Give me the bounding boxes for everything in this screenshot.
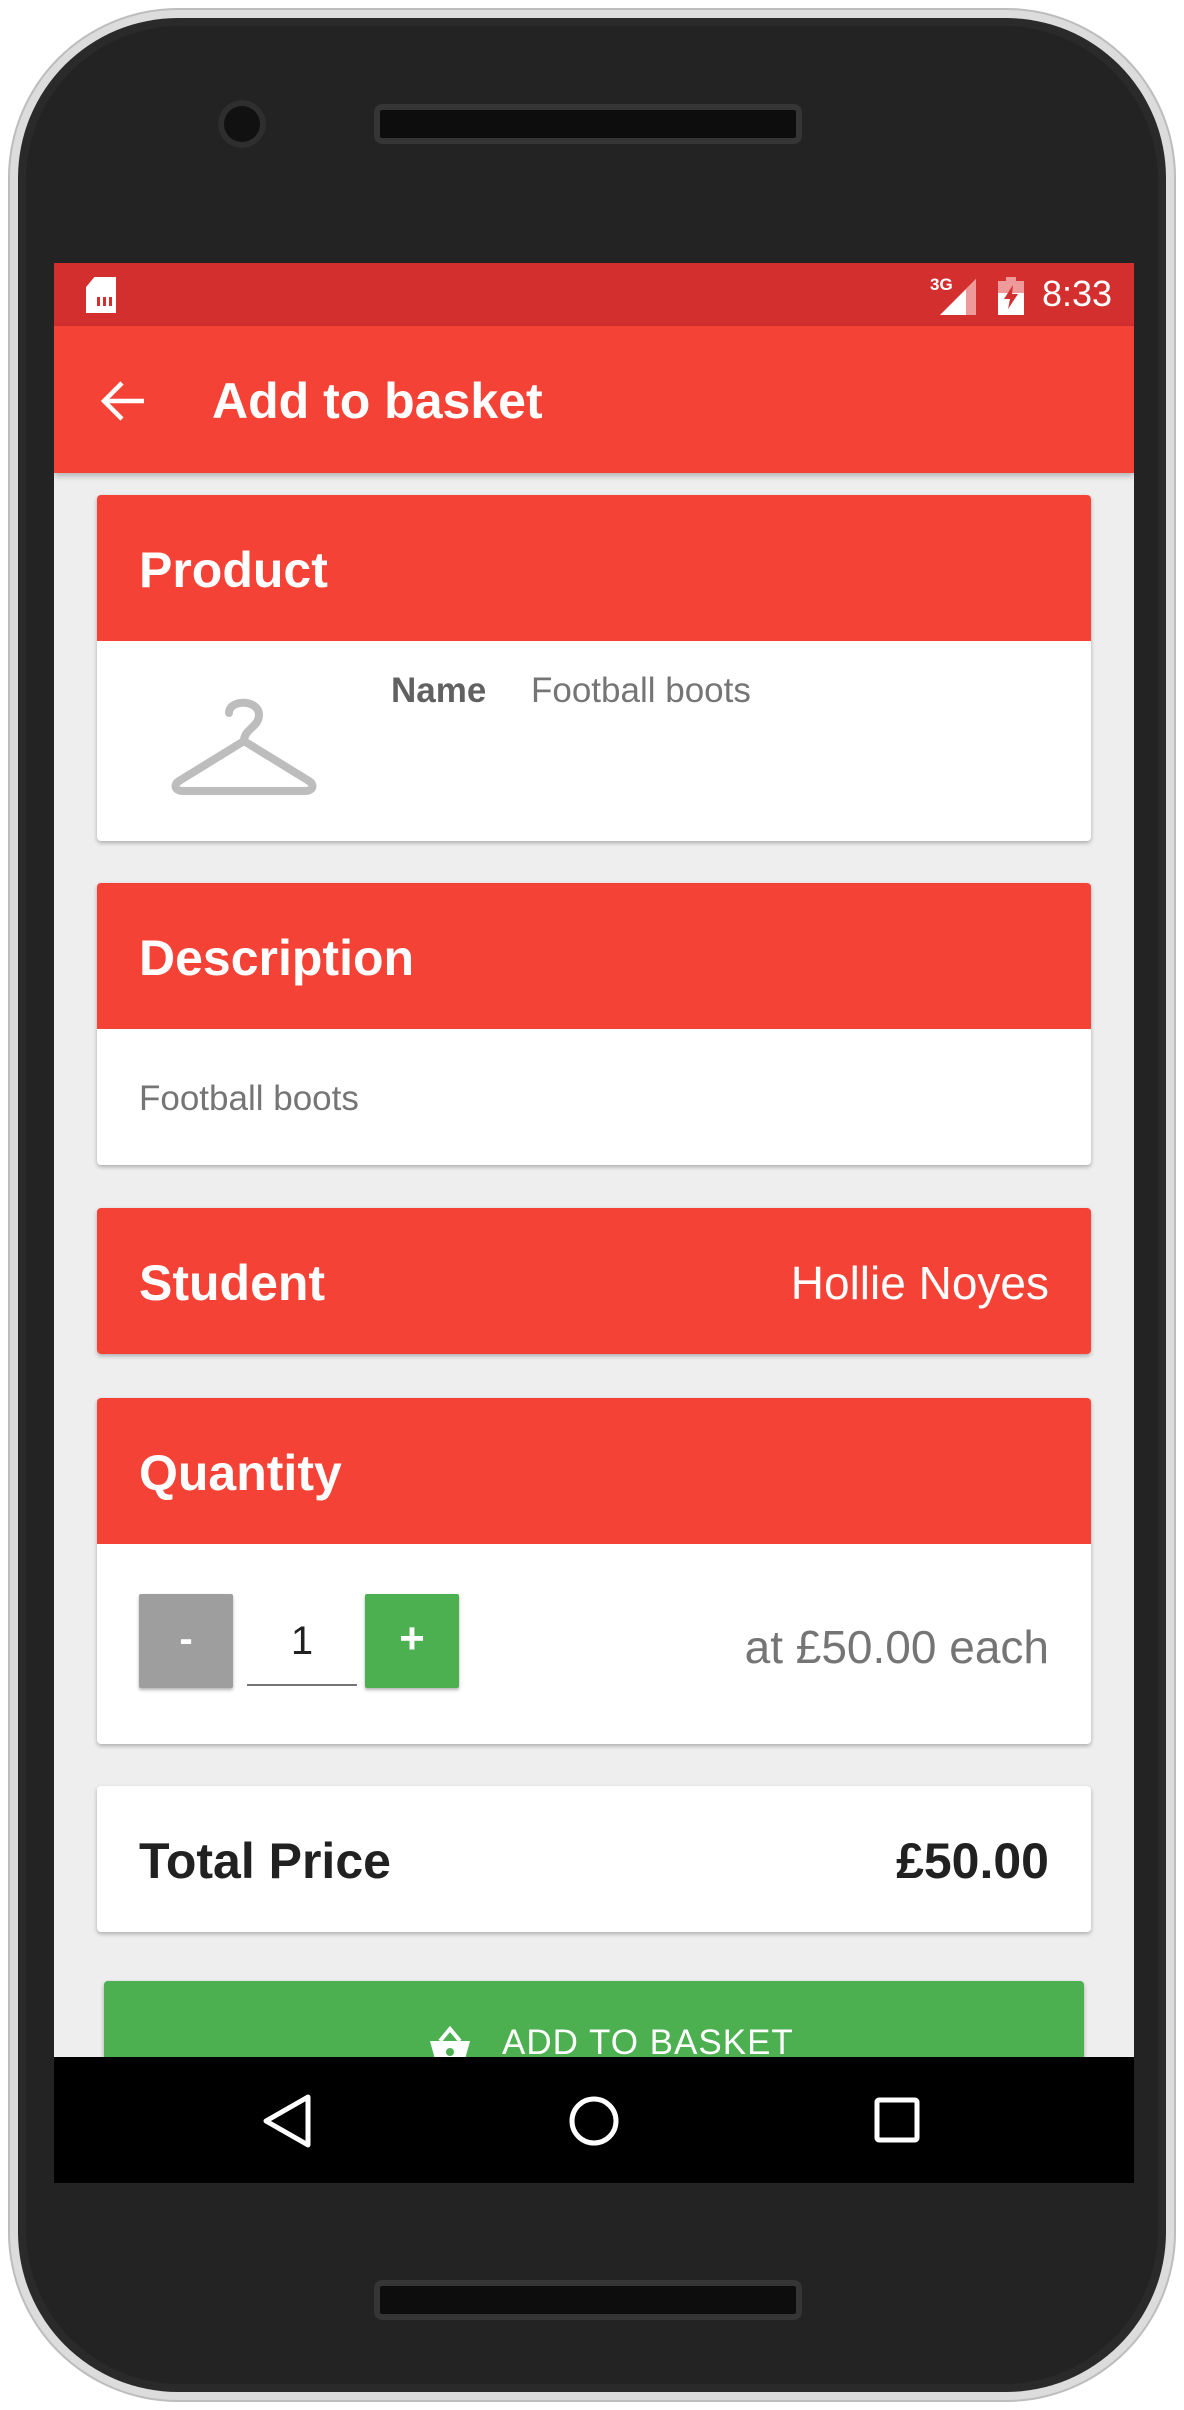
- student-card: Student Hollie Noyes: [97, 1208, 1091, 1354]
- decrease-quantity-button[interactable]: -: [139, 1594, 233, 1688]
- quantity-card-title: Quantity: [139, 1445, 342, 1501]
- app-bar: Add to basket: [54, 326, 1134, 473]
- nav-home-icon[interactable]: [568, 2095, 620, 2147]
- product-card-title: Product: [139, 542, 328, 598]
- product-card-header: Product: [97, 495, 1091, 641]
- page-title: Add to basket: [212, 373, 543, 429]
- nav-back-icon[interactable]: [262, 2093, 312, 2149]
- app-screen: 3G 8:33 Add to basket Product Name Footb…: [54, 263, 1134, 2183]
- status-time: 8:33: [1042, 273, 1113, 314]
- quantity-input[interactable]: 1: [247, 1598, 357, 1686]
- nav-recent-icon[interactable]: [874, 2097, 920, 2143]
- quantity-card: Quantity - 1 + at £50.00 each: [97, 1398, 1091, 1744]
- total-price-card: Total Price £50.00: [97, 1786, 1091, 1932]
- arrow-left-icon[interactable]: [100, 378, 146, 424]
- total-price-value: £50.00: [896, 1833, 1049, 1889]
- unit-price-text: at £50.00 each: [744, 1621, 1049, 1673]
- product-name-label: Name: [391, 671, 487, 710]
- status-bar: 3G 8:33: [54, 263, 1134, 326]
- description-card: Description Football boots: [97, 883, 1091, 1165]
- student-card-title: Student: [139, 1255, 326, 1311]
- front-camera: [218, 100, 266, 148]
- product-name-value: Football boots: [531, 671, 751, 710]
- description-text: Football boots: [139, 1079, 359, 1118]
- student-card-header: Student Hollie Noyes: [97, 1208, 1091, 1354]
- system-nav-bar: [54, 2057, 1134, 2183]
- description-card-header: Description: [97, 883, 1091, 1029]
- earpiece-speaker: [374, 104, 802, 144]
- battery-icon: [998, 277, 1024, 315]
- bottom-speaker: [374, 2280, 802, 2320]
- hanger-icon: [171, 698, 317, 795]
- signal-icon: [940, 279, 976, 315]
- product-card: Product Name Football boots: [97, 495, 1091, 841]
- description-card-title: Description: [139, 930, 415, 986]
- total-price-label: Total Price: [139, 1833, 391, 1889]
- increase-quantity-button[interactable]: +: [365, 1594, 459, 1688]
- quantity-card-header: Quantity: [97, 1398, 1091, 1544]
- student-name: Hollie Noyes: [790, 1257, 1049, 1309]
- sd-card-icon: [86, 277, 116, 313]
